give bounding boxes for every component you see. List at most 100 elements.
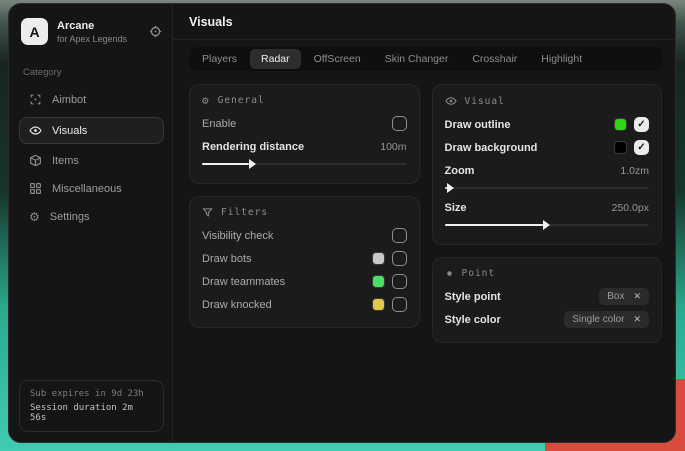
style-color-chip[interactable]: Single color ✕ (564, 311, 649, 328)
draw-teammates-label: Draw teammates (202, 276, 285, 288)
gear-icon: ⚙ (202, 95, 210, 106)
sidebar-header: A Arcane for Apex Legends (19, 14, 164, 49)
chip-label: Box (607, 291, 624, 302)
page-title: Visuals (189, 15, 659, 29)
sidebar-item-items[interactable]: Items (19, 147, 164, 174)
size-row: Size 250.0px (445, 196, 650, 219)
size-slider[interactable] (445, 224, 650, 226)
sub-expires-text: Sub expires in 9d 23h (30, 389, 153, 399)
tabbar: Players Radar OffScreen Skin Changer Cro… (189, 47, 662, 71)
style-color-row: Style color Single color ✕ (445, 308, 650, 331)
panel-visual: Visual Draw outline ✓ Draw background (432, 84, 663, 245)
panel-general-header: ⚙ General (202, 95, 407, 106)
panel-title: General (218, 95, 265, 106)
rendering-distance-slider[interactable] (202, 163, 407, 165)
close-icon[interactable]: ✕ (633, 314, 641, 325)
panel-point-header: Point (445, 268, 650, 279)
tab-crosshair[interactable]: Crosshair (461, 49, 528, 69)
session-info-box: Sub expires in 9d 23h Session duration 2… (19, 380, 164, 432)
zoom-row: Zoom 1.0zm (445, 159, 650, 182)
visibility-check-checkbox[interactable] (392, 228, 407, 243)
draw-bots-color-swatch[interactable] (372, 252, 385, 265)
size-label: Size (445, 202, 467, 214)
panel-title: Filters (221, 207, 268, 218)
enable-row: Enable (202, 112, 407, 135)
panel-point: Point Style point Box ✕ Style color Sing… (432, 257, 663, 343)
draw-bots-checkbox[interactable] (392, 251, 407, 266)
visibility-check-label: Visibility check (202, 230, 273, 242)
slider-fill[interactable] (445, 187, 447, 189)
crosshair-icon (29, 93, 42, 106)
draw-background-row: Draw background ✓ (445, 136, 650, 159)
tab-offscreen[interactable]: OffScreen (303, 49, 372, 69)
tab-radar[interactable]: Radar (250, 49, 301, 69)
draw-outline-label: Draw outline (445, 119, 511, 131)
target-icon[interactable] (149, 25, 162, 38)
zoom-slider[interactable] (445, 187, 650, 189)
category-label: Category (23, 67, 160, 78)
session-duration-text: Session duration 2m 56s (30, 403, 153, 423)
draw-outline-color-swatch[interactable] (614, 118, 627, 131)
gear-icon: ⚙ (29, 210, 40, 224)
box-icon (29, 154, 42, 167)
slider-fill[interactable] (202, 163, 249, 165)
close-icon[interactable]: ✕ (633, 291, 641, 302)
panel-title: Point (462, 268, 496, 279)
sidebar-nav: Aimbot Visuals Items (19, 86, 164, 231)
zoom-value: 1.0zm (620, 165, 649, 177)
sidebar-item-miscellaneous[interactable]: Miscellaneous (19, 175, 164, 202)
enable-checkbox[interactable] (392, 116, 407, 131)
tab-players[interactable]: Players (191, 49, 248, 69)
sidebar-item-label: Items (52, 155, 79, 167)
draw-teammates-checkbox[interactable] (392, 274, 407, 289)
grid-icon (29, 182, 42, 195)
slider-fill[interactable] (445, 224, 543, 226)
zoom-label: Zoom (445, 165, 475, 177)
style-point-chip[interactable]: Box ✕ (599, 288, 649, 305)
app-logo-letter: A (29, 24, 39, 40)
right-column: Visual Draw outline ✓ Draw background (432, 84, 663, 343)
sidebar-item-visuals[interactable]: Visuals (19, 117, 164, 144)
panel-title: Visual (465, 96, 505, 107)
draw-teammates-color-swatch[interactable] (372, 275, 385, 288)
draw-knocked-checkbox[interactable] (392, 297, 407, 312)
rendering-distance-row: Rendering distance 100m (202, 135, 407, 158)
sidebar-item-label: Miscellaneous (52, 183, 122, 195)
app-subtitle: for Apex Legends (57, 34, 140, 44)
eye-scan-icon (29, 124, 42, 137)
enable-label: Enable (202, 118, 236, 130)
sidebar-item-settings[interactable]: ⚙ Settings (19, 203, 164, 230)
sidebar-item-label: Settings (50, 211, 90, 223)
visibility-check-row: Visibility check (202, 224, 407, 247)
sidebar: A Arcane for Apex Legends Category (9, 4, 173, 442)
rendering-distance-value: 100m (380, 141, 406, 153)
panel-visual-header: Visual (445, 95, 650, 107)
app-logo: A (21, 18, 48, 45)
panel-filters: Filters Visibility check Draw bots (189, 196, 420, 328)
tab-highlight[interactable]: Highlight (530, 49, 593, 69)
style-point-row: Style point Box ✕ (445, 285, 650, 308)
funnel-icon (202, 207, 213, 218)
draw-background-checkbox[interactable]: ✓ (634, 140, 649, 155)
sidebar-item-label: Visuals (52, 125, 87, 137)
draw-knocked-row: Draw knocked (202, 293, 407, 316)
draw-bots-row: Draw bots (202, 247, 407, 270)
eye-icon (445, 95, 457, 107)
panel-general: ⚙ General Enable Rendering distance 100m (189, 84, 420, 184)
style-color-label: Style color (445, 314, 501, 326)
main-content: Visuals Players Radar OffScreen Skin Cha… (173, 4, 675, 442)
draw-background-color-swatch[interactable] (614, 141, 627, 154)
size-value: 250.0px (612, 202, 649, 214)
draw-knocked-color-swatch[interactable] (372, 298, 385, 311)
tab-skin-changer[interactable]: Skin Changer (374, 49, 460, 69)
left-column: ⚙ General Enable Rendering distance 100m (189, 84, 420, 328)
dot-icon (445, 269, 454, 278)
sidebar-item-aimbot[interactable]: Aimbot (19, 86, 164, 113)
draw-teammates-row: Draw teammates (202, 270, 407, 293)
draw-background-label: Draw background (445, 142, 538, 154)
rendering-distance-label: Rendering distance (202, 141, 304, 153)
sidebar-item-label: Aimbot (52, 94, 86, 106)
draw-outline-checkbox[interactable]: ✓ (634, 117, 649, 132)
draw-outline-row: Draw outline ✓ (445, 113, 650, 136)
panel-filters-header: Filters (202, 207, 407, 218)
